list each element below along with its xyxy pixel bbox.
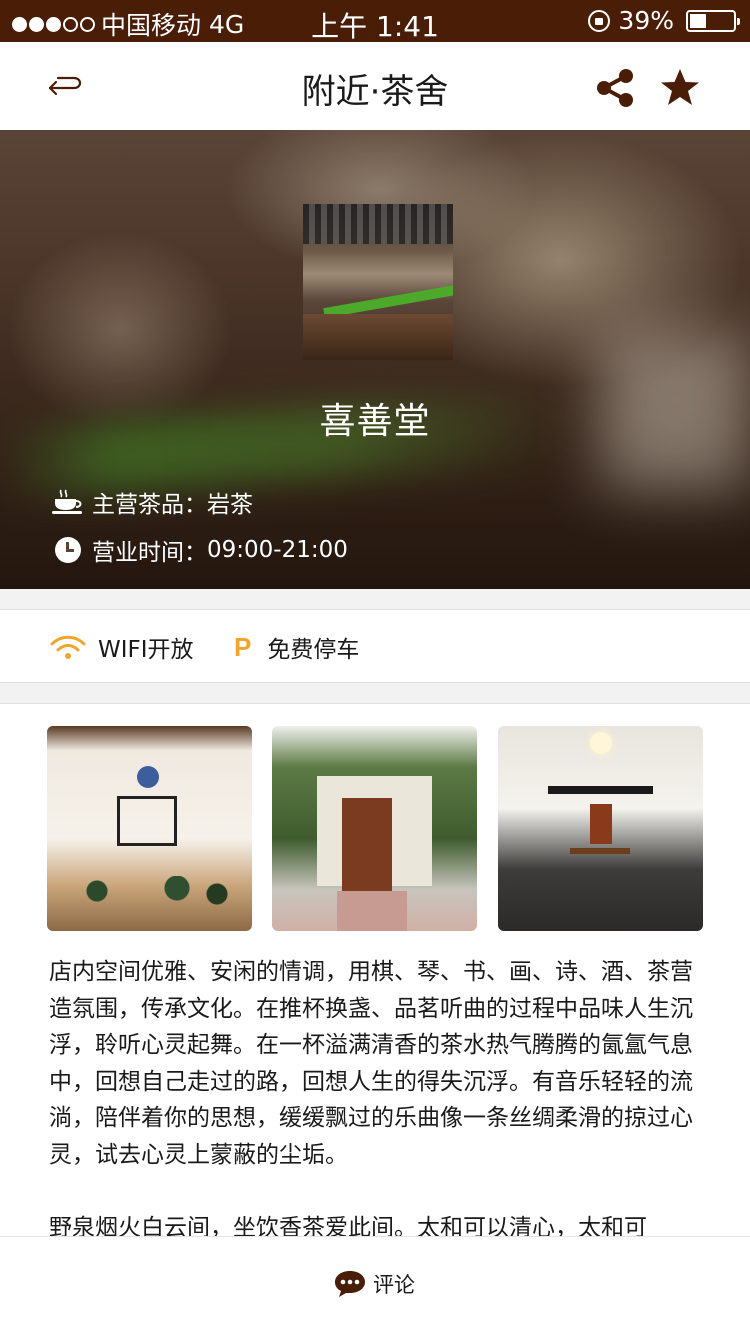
bottom-bar: 评论 [0, 1236, 750, 1334]
hero-banner: 喜善堂 主营茶品： 岩茶 营业时间： 09:00-21:00 [0, 130, 750, 589]
gallery-photo-2[interactable] [272, 726, 477, 931]
tea-cup-icon [52, 489, 82, 514]
amenities-bar: WIFI开放 P 免费停车 [0, 609, 750, 683]
battery-percent: 39% [618, 6, 674, 35]
amenity-parking-label: 免费停车 [267, 637, 360, 663]
gallery-photo-1[interactable] [47, 726, 252, 931]
description-paragraph: 野泉烟火白云间，坐饮香茶爱此间。太和可以清心，太和可 [49, 1214, 647, 1237]
nav-bar: 附近·茶舍 [0, 42, 750, 130]
status-bar: 中国移动 4G 上午 1:41 39% [0, 0, 750, 43]
gallery-photo-3[interactable] [498, 726, 703, 931]
battery-icon [686, 9, 740, 32]
amenity-wifi-label: WIFI开放 [98, 637, 194, 663]
comment-label: 评论 [373, 1273, 415, 1297]
shop-description: 店内空间优雅、安闲的情调，用棋、琴、书、画、诗、酒、茶营造氛围，传承文化。在推杯… [49, 954, 709, 1236]
hours-info-row: 营业时间： 09:00-21:00 [52, 533, 348, 567]
shop-name: 喜善堂 [319, 401, 431, 442]
share-button[interactable] [594, 68, 638, 108]
status-right: 39% [588, 6, 740, 35]
tea-value: 岩茶 [207, 492, 253, 518]
description-paragraph: 店内空间优雅、安闲的情调，用棋、琴、书、画、诗、酒、茶营造氛围，传承文化。在推杯… [49, 959, 693, 1168]
wifi-icon [50, 635, 86, 659]
favorite-button[interactable] [658, 66, 702, 110]
tea-label: 主营茶品： [92, 492, 207, 518]
tea-info-row: 主营茶品： 岩茶 [52, 485, 253, 519]
hours-value: 09:00-21:00 [207, 537, 348, 563]
comment-button[interactable]: 评论 [333, 1269, 415, 1299]
comment-icon [335, 1271, 365, 1297]
content-section: 店内空间优雅、安闲的情调，用棋、琴、书、画、诗、酒、茶营造氛围，传承文化。在推杯… [0, 703, 750, 1236]
clock-icon [55, 537, 81, 563]
amenity-wifi: WIFI开放 [50, 610, 194, 684]
share-icon [597, 69, 633, 107]
shop-thumbnail[interactable] [303, 204, 453, 360]
amenity-parking: P 免费停车 [234, 610, 359, 684]
hours-label: 营业时间： [92, 540, 207, 566]
star-icon [661, 69, 699, 105]
parking-icon: P [234, 631, 252, 662]
rotation-lock-icon [588, 9, 611, 32]
